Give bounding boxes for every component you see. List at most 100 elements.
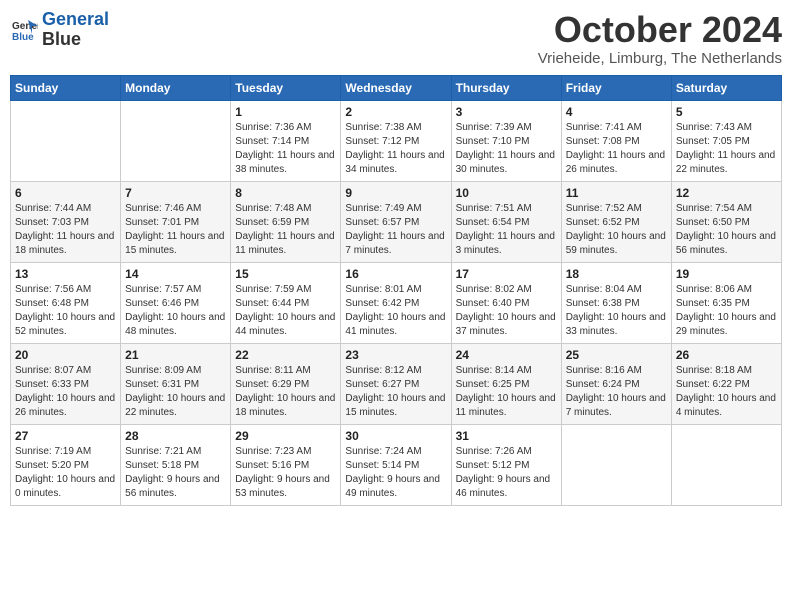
day-info: Sunrise: 8:12 AM Sunset: 6:27 PM Dayligh… <box>345 364 446 420</box>
calendar-cell <box>11 100 121 181</box>
day-number: 30 <box>345 429 446 443</box>
logo: General Blue GeneralBlue <box>10 10 109 50</box>
calendar-cell: 2 Sunrise: 7:38 AM Sunset: 7:12 PM Daylig… <box>341 100 451 181</box>
day-number: 18 <box>566 267 667 281</box>
calendar-cell: 25 Sunrise: 8:16 AM Sunset: 6:24 PM Dayli… <box>561 343 671 424</box>
day-number: 19 <box>676 267 777 281</box>
day-number: 14 <box>125 267 226 281</box>
day-number: 26 <box>676 348 777 362</box>
calendar-cell <box>671 424 781 505</box>
day-info: Sunrise: 8:09 AM Sunset: 6:31 PM Dayligh… <box>125 364 226 420</box>
calendar-cell <box>561 424 671 505</box>
calendar-row: 1 Sunrise: 7:36 AM Sunset: 7:14 PM Daylig… <box>11 100 782 181</box>
calendar-cell: 31Sunrise: 7:26 AM Sunset: 5:12 PM Dayli… <box>451 424 561 505</box>
calendar-cell <box>121 100 231 181</box>
day-info: Sunrise: 7:26 AM Sunset: 5:12 PM Dayligh… <box>456 445 557 501</box>
calendar-cell: 23 Sunrise: 8:12 AM Sunset: 6:27 PM Dayli… <box>341 343 451 424</box>
day-number: 27 <box>15 429 116 443</box>
calendar-cell: 19Sunrise: 8:06 AM Sunset: 6:35 PM Dayli… <box>671 262 781 343</box>
day-info: Sunrise: 7:52 AM Sunset: 6:52 PM Dayligh… <box>566 202 667 258</box>
calendar-cell: 14 Sunrise: 7:57 AM Sunset: 6:46 PM Dayli… <box>121 262 231 343</box>
day-info: Sunrise: 7:38 AM Sunset: 7:12 PM Dayligh… <box>345 121 446 177</box>
calendar-cell: 7Sunrise: 7:46 AM Sunset: 7:01 PM Daylig… <box>121 181 231 262</box>
calendar-cell: 21 Sunrise: 8:09 AM Sunset: 6:31 PM Dayli… <box>121 343 231 424</box>
day-info: Sunrise: 7:51 AM Sunset: 6:54 PM Dayligh… <box>456 202 557 258</box>
month-title: October 2024 <box>538 10 782 50</box>
calendar-cell: 12 Sunrise: 7:54 AM Sunset: 6:50 PM Dayli… <box>671 181 781 262</box>
day-info: Sunrise: 7:19 AM Sunset: 5:20 PM Dayligh… <box>15 445 116 501</box>
day-number: 4 <box>566 105 667 119</box>
day-info: Sunrise: 7:41 AM Sunset: 7:08 PM Dayligh… <box>566 121 667 177</box>
calendar-cell: 11 Sunrise: 7:52 AM Sunset: 6:52 PM Dayli… <box>561 181 671 262</box>
day-info: Sunrise: 8:16 AM Sunset: 6:24 PM Dayligh… <box>566 364 667 420</box>
logo-text: GeneralBlue <box>42 10 109 50</box>
calendar-cell: 1 Sunrise: 7:36 AM Sunset: 7:14 PM Daylig… <box>231 100 341 181</box>
day-number: 9 <box>345 186 446 200</box>
weekday-header: Friday <box>561 75 671 100</box>
day-number: 21 <box>125 348 226 362</box>
page-header: General Blue GeneralBlue October 2024 Vr… <box>10 10 782 67</box>
day-info: Sunrise: 8:01 AM Sunset: 6:42 PM Dayligh… <box>345 283 446 339</box>
calendar-cell: 15 Sunrise: 7:59 AM Sunset: 6:44 PM Dayli… <box>231 262 341 343</box>
calendar-cell: 5 Sunrise: 7:43 AM Sunset: 7:05 PM Daylig… <box>671 100 781 181</box>
calendar-cell: 17Sunrise: 8:02 AM Sunset: 6:40 PM Dayli… <box>451 262 561 343</box>
day-info: Sunrise: 7:59 AM Sunset: 6:44 PM Dayligh… <box>235 283 336 339</box>
day-number: 11 <box>566 186 667 200</box>
day-number: 20 <box>15 348 116 362</box>
day-info: Sunrise: 8:07 AM Sunset: 6:33 PM Dayligh… <box>15 364 116 420</box>
calendar-cell: 24 Sunrise: 8:14 AM Sunset: 6:25 PM Dayli… <box>451 343 561 424</box>
day-number: 2 <box>345 105 446 119</box>
calendar-cell: 22Sunrise: 8:11 AM Sunset: 6:29 PM Dayli… <box>231 343 341 424</box>
calendar-cell: 6 Sunrise: 7:44 AM Sunset: 7:03 PM Daylig… <box>11 181 121 262</box>
calendar-cell: 18Sunrise: 8:04 AM Sunset: 6:38 PM Dayli… <box>561 262 671 343</box>
day-number: 17 <box>456 267 557 281</box>
weekday-header: Saturday <box>671 75 781 100</box>
calendar-body: 1 Sunrise: 7:36 AM Sunset: 7:14 PM Daylig… <box>11 100 782 505</box>
day-number: 16 <box>345 267 446 281</box>
day-info: Sunrise: 7:57 AM Sunset: 6:46 PM Dayligh… <box>125 283 226 339</box>
day-number: 6 <box>15 186 116 200</box>
day-info: Sunrise: 7:56 AM Sunset: 6:48 PM Dayligh… <box>15 283 116 339</box>
day-info: Sunrise: 7:23 AM Sunset: 5:16 PM Dayligh… <box>235 445 336 501</box>
calendar-cell: 8Sunrise: 7:48 AM Sunset: 6:59 PM Daylig… <box>231 181 341 262</box>
day-info: Sunrise: 7:36 AM Sunset: 7:14 PM Dayligh… <box>235 121 336 177</box>
day-number: 5 <box>676 105 777 119</box>
calendar-cell: 20 Sunrise: 8:07 AM Sunset: 6:33 PM Dayli… <box>11 343 121 424</box>
calendar-cell: 3Sunrise: 7:39 AM Sunset: 7:10 PM Daylig… <box>451 100 561 181</box>
location: Vrieheide, Limburg, The Netherlands <box>538 50 782 67</box>
day-info: Sunrise: 7:21 AM Sunset: 5:18 PM Dayligh… <box>125 445 226 501</box>
calendar-cell: 29 Sunrise: 7:23 AM Sunset: 5:16 PM Dayli… <box>231 424 341 505</box>
calendar-cell: 27 Sunrise: 7:19 AM Sunset: 5:20 PM Dayli… <box>11 424 121 505</box>
calendar-cell: 16 Sunrise: 8:01 AM Sunset: 6:42 PM Dayli… <box>341 262 451 343</box>
day-info: Sunrise: 8:14 AM Sunset: 6:25 PM Dayligh… <box>456 364 557 420</box>
weekday-row: SundayMondayTuesdayWednesdayThursdayFrid… <box>11 75 782 100</box>
calendar-row: 6 Sunrise: 7:44 AM Sunset: 7:03 PM Daylig… <box>11 181 782 262</box>
day-info: Sunrise: 7:24 AM Sunset: 5:14 PM Dayligh… <box>345 445 446 501</box>
day-number: 1 <box>235 105 336 119</box>
day-number: 22 <box>235 348 336 362</box>
calendar-row: 20 Sunrise: 8:07 AM Sunset: 6:33 PM Dayli… <box>11 343 782 424</box>
day-info: Sunrise: 7:39 AM Sunset: 7:10 PM Dayligh… <box>456 121 557 177</box>
day-info: Sunrise: 7:54 AM Sunset: 6:50 PM Dayligh… <box>676 202 777 258</box>
day-number: 24 <box>456 348 557 362</box>
calendar-cell: 30 Sunrise: 7:24 AM Sunset: 5:14 PM Dayli… <box>341 424 451 505</box>
weekday-header: Wednesday <box>341 75 451 100</box>
weekday-header: Monday <box>121 75 231 100</box>
day-number: 23 <box>345 348 446 362</box>
calendar-cell: 4 Sunrise: 7:41 AM Sunset: 7:08 PM Daylig… <box>561 100 671 181</box>
day-number: 8 <box>235 186 336 200</box>
day-number: 15 <box>235 267 336 281</box>
weekday-header: Thursday <box>451 75 561 100</box>
weekday-header: Tuesday <box>231 75 341 100</box>
calendar-table: SundayMondayTuesdayWednesdayThursdayFrid… <box>10 75 782 506</box>
day-number: 12 <box>676 186 777 200</box>
logo-icon: General Blue <box>10 16 38 44</box>
day-number: 25 <box>566 348 667 362</box>
title-block: October 2024 Vrieheide, Limburg, The Net… <box>538 10 782 67</box>
day-number: 13 <box>15 267 116 281</box>
day-info: Sunrise: 7:43 AM Sunset: 7:05 PM Dayligh… <box>676 121 777 177</box>
svg-text:General: General <box>12 21 38 32</box>
calendar-cell: 26Sunrise: 8:18 AM Sunset: 6:22 PM Dayli… <box>671 343 781 424</box>
day-info: Sunrise: 7:44 AM Sunset: 7:03 PM Dayligh… <box>15 202 116 258</box>
day-number: 29 <box>235 429 336 443</box>
